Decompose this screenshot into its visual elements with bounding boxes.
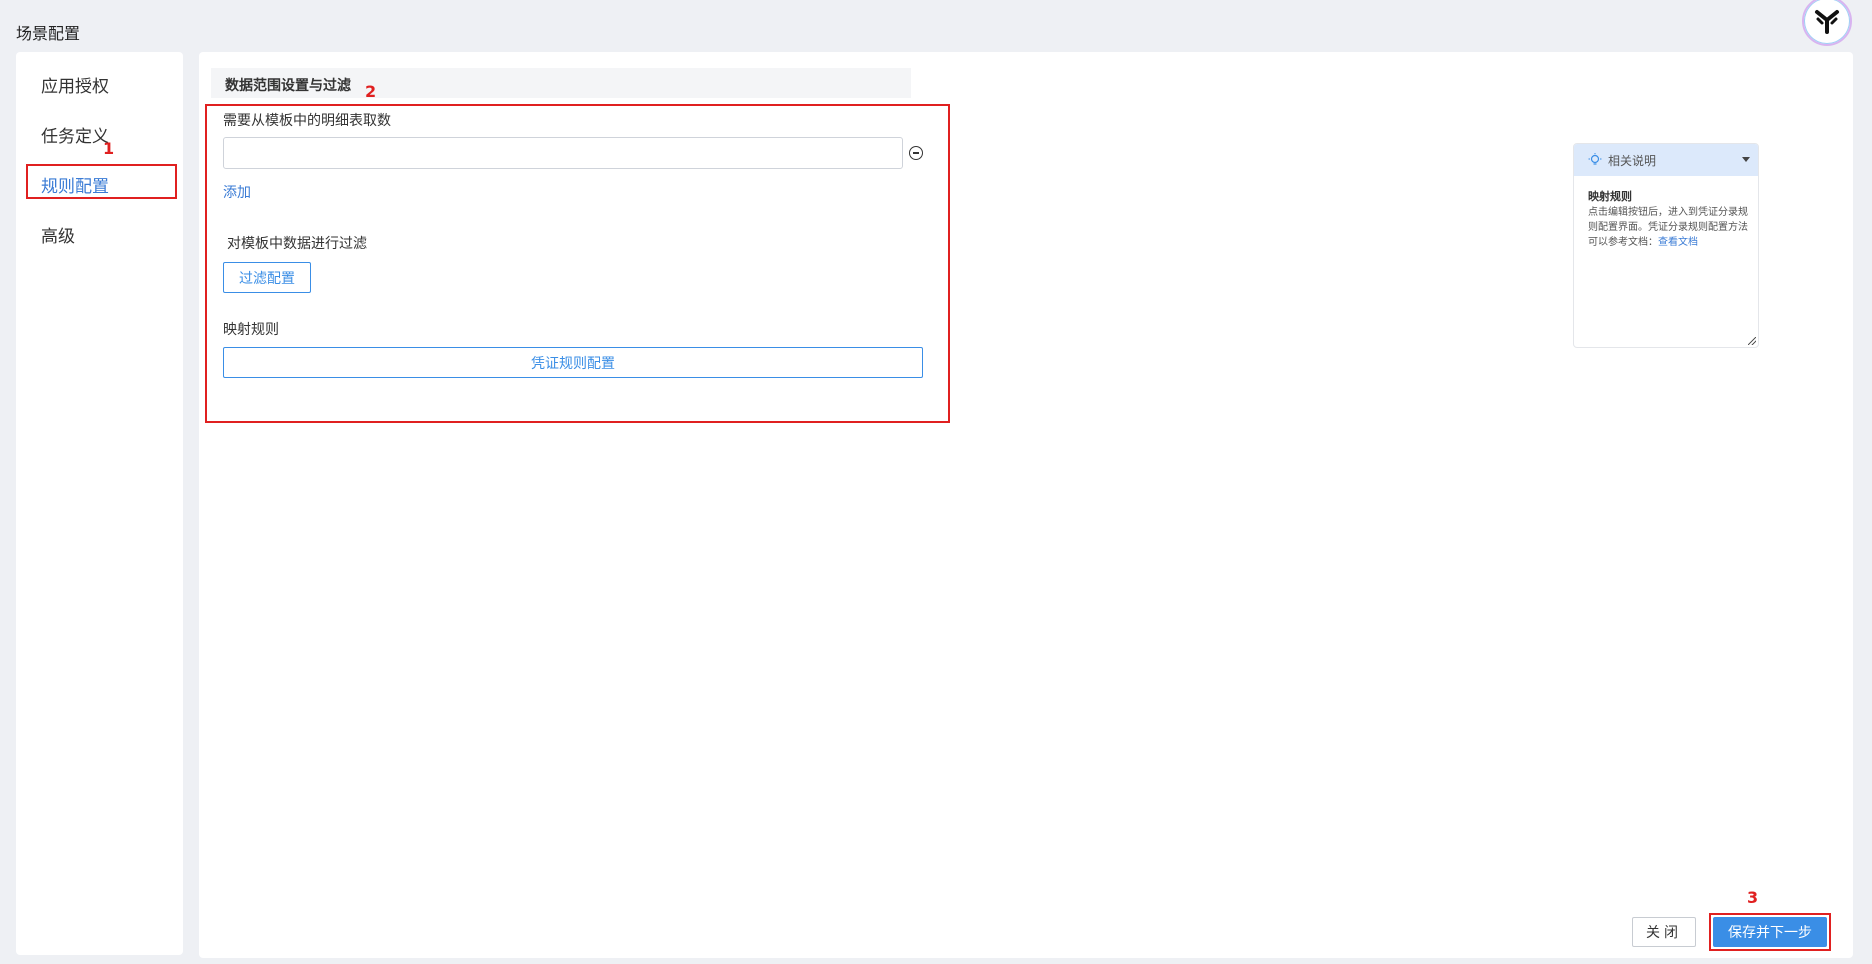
sidebar-item-advanced[interactable]: 高级 [41, 222, 75, 247]
sidebar-item-task-def[interactable]: 任务定义 [41, 122, 109, 147]
annotation-number-1: 1 [103, 139, 115, 158]
page-title: 场景配置 [16, 24, 81, 43]
help-title: 映射规则 [1588, 190, 1632, 203]
highlight-box-1 [26, 164, 177, 199]
chevron-down-icon[interactable] [1742, 157, 1750, 162]
section-header: 数据范围设置与过滤 [211, 68, 911, 98]
filter-label: 对模板中数据进行过滤 [227, 236, 367, 252]
help-panel: 相关说明 映射规则 点击编辑按钮后，进入到凭证分录规则配置界面。凭证分录规则配置… [1573, 143, 1759, 348]
annotation-number-2: 2 [365, 82, 377, 101]
view-doc-link[interactable]: 查看文档 [1658, 237, 1698, 248]
mapping-rule-label: 映射规则 [223, 322, 279, 338]
lightbulb-icon [1588, 153, 1602, 165]
resize-handle-icon[interactable] [1748, 337, 1756, 345]
help-body: 点击编辑按钮后，进入到凭证分录规则配置界面。凭证分录规则配置方法可以参考文档：查… [1588, 205, 1752, 250]
remove-circle-icon[interactable] [909, 146, 923, 160]
detail-table-label: 需要从模板中的明细表取数 [223, 113, 391, 129]
highlight-box-3 [1709, 913, 1831, 951]
add-link[interactable]: 添加 [223, 182, 251, 202]
close-button[interactable]: 关闭 [1632, 917, 1696, 947]
voucher-rule-config-button[interactable]: 凭证规则配置 [223, 347, 923, 378]
help-panel-header[interactable]: 相关说明 [1574, 144, 1758, 176]
help-panel-header-label: 相关说明 [1608, 153, 1657, 168]
filter-config-button[interactable]: 过滤配置 [223, 262, 311, 293]
app-logo [1802, 0, 1852, 46]
detail-table-input[interactable] [223, 137, 903, 169]
annotation-number-3: 3 [1747, 888, 1759, 907]
sidebar-item-app-auth[interactable]: 应用授权 [41, 72, 109, 97]
logo-icon [1815, 10, 1839, 34]
